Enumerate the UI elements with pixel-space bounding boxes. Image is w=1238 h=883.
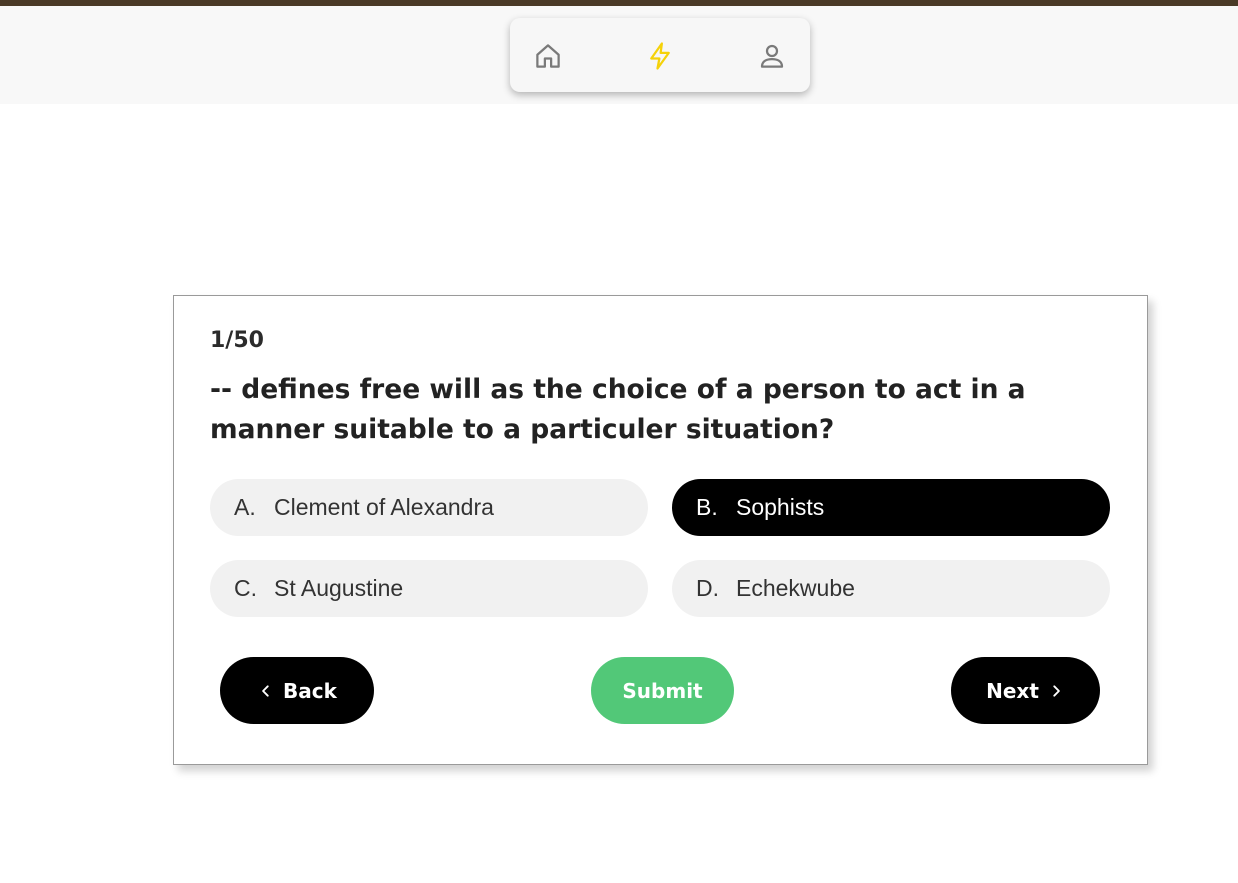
option-a[interactable]: A. Clement of Alexandra xyxy=(210,479,648,536)
home-icon[interactable] xyxy=(532,40,564,72)
option-c[interactable]: C. St Augustine xyxy=(210,560,648,617)
nav-bar xyxy=(510,18,810,92)
question-progress: 1/50 xyxy=(210,328,264,353)
option-b-label: Sophists xyxy=(736,494,825,520)
option-c-letter: C. xyxy=(234,575,257,601)
chevron-left-icon xyxy=(257,682,275,700)
option-c-label: St Augustine xyxy=(274,575,404,601)
chevron-right-icon xyxy=(1047,682,1065,700)
option-d-letter: D. xyxy=(696,575,719,601)
option-a-letter: A. xyxy=(234,494,256,520)
option-d[interactable]: D. Echekwube xyxy=(672,560,1110,617)
option-d-label: Echekwube xyxy=(736,575,855,601)
lightning-icon[interactable] xyxy=(644,40,676,72)
question-text: -- defines free will as the choice of a … xyxy=(210,374,1026,445)
submit-button-label: Submit xyxy=(622,678,703,703)
back-button-label: Back xyxy=(283,678,337,703)
quiz-card: 1/50 -- defines free will as the choice … xyxy=(173,295,1148,765)
submit-button[interactable]: Submit xyxy=(591,657,734,724)
option-b-letter: B. xyxy=(696,494,718,520)
next-button-label: Next xyxy=(986,678,1039,703)
user-icon[interactable] xyxy=(756,40,788,72)
option-b[interactable]: B. Sophists xyxy=(672,479,1110,536)
option-a-label: Clement of Alexandra xyxy=(274,494,494,520)
next-button[interactable]: Next xyxy=(951,657,1100,724)
back-button[interactable]: Back xyxy=(220,657,374,724)
